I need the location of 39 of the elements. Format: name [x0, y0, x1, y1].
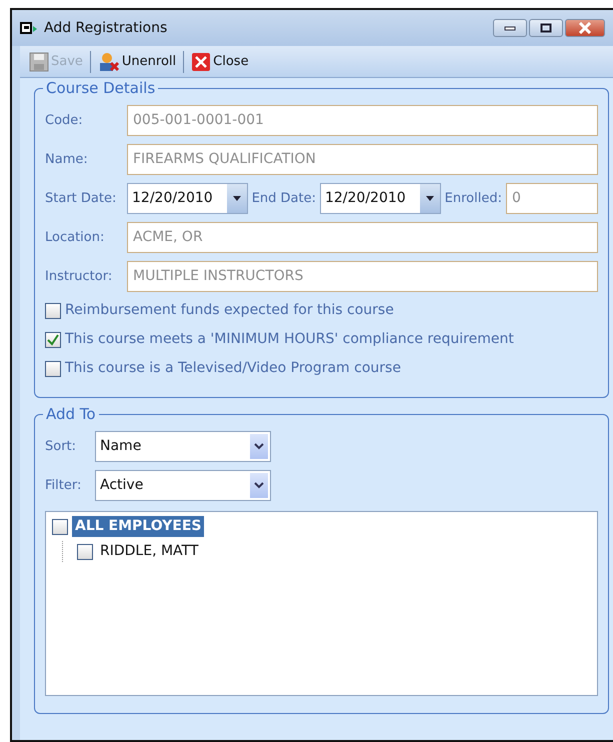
- dropdown-icon[interactable]: [420, 184, 440, 213]
- date-picker[interactable]: 12/20/2010: [127, 183, 248, 214]
- maximize-icon: [540, 23, 552, 33]
- field-label: Location:: [45, 228, 106, 247]
- checkbox[interactable]: [45, 302, 61, 318]
- checkbox-label: This course is a Televised/Video Program course: [65, 359, 401, 378]
- checkbox[interactable]: [52, 518, 68, 534]
- field-label: End Date:: [252, 190, 316, 208]
- unenroll-button[interactable]: Unenroll: [94, 50, 180, 74]
- dropdown[interactable]: Name: [95, 431, 271, 462]
- close-button[interactable]: [565, 19, 605, 37]
- tree-item[interactable]: ALL EMPLOYEES: [72, 516, 204, 537]
- checkbox[interactable]: [45, 332, 61, 348]
- app-icon: [20, 20, 38, 35]
- close-icon: [578, 22, 592, 34]
- close-toolbar-button[interactable]: Close: [188, 50, 252, 74]
- field-label: Code:: [45, 112, 84, 130]
- minimize-button[interactable]: [493, 19, 527, 37]
- field-label: Name:: [45, 150, 89, 169]
- window-title: Add Registrations: [44, 18, 168, 38]
- person-remove-icon: [98, 52, 120, 72]
- dropdown-icon[interactable]: [226, 184, 247, 213]
- minimize-icon: [504, 25, 516, 31]
- field-label: Filter:: [45, 476, 82, 495]
- field-label: Instructor:: [45, 268, 114, 286]
- dropdown[interactable]: Active: [95, 470, 271, 501]
- checkbox[interactable]: [77, 544, 93, 560]
- chevron-down-icon: [254, 482, 264, 489]
- field-label: Sort:: [45, 438, 78, 456]
- field-label: Enrolled:: [444, 190, 502, 208]
- chevron-down-icon: [254, 443, 264, 450]
- checkbox-label: This course meets a 'MINIMUM HOURS' compliance requirement: [65, 330, 514, 349]
- maximize-button[interactable]: [529, 19, 563, 37]
- checkbox[interactable]: [45, 360, 61, 376]
- checkbox-label: Reimbursement funds expected for this course: [65, 301, 394, 320]
- date-picker[interactable]: 12/20/2010: [320, 183, 441, 214]
- field-label: Start Date:: [45, 190, 118, 208]
- tree-item[interactable]: RIDDLE, MATT: [97, 541, 202, 562]
- close-icon: [191, 52, 212, 72]
